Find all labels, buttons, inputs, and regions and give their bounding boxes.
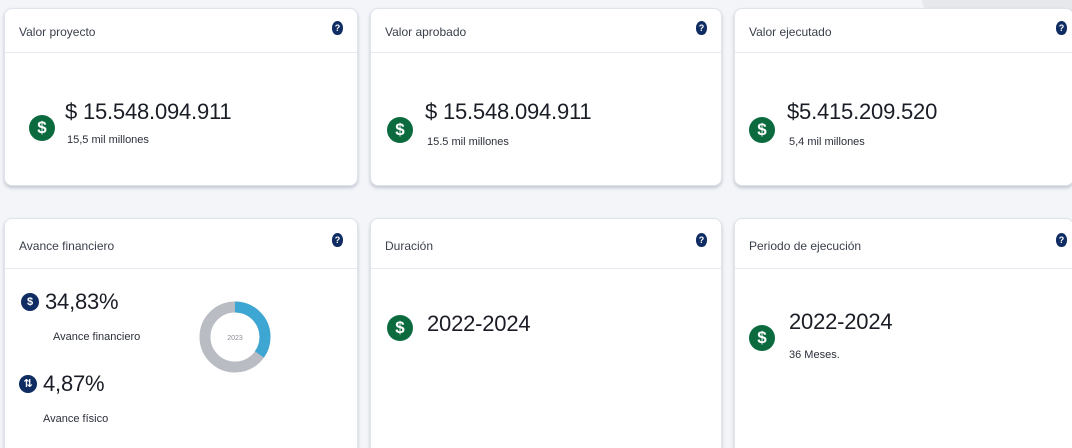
card-valor-aprobado: Valor aprobado ? $ $ 15.548.094.911 15.5…: [370, 8, 722, 186]
card-title: Valor ejecutado: [749, 25, 832, 39]
info-icon[interactable]: ?: [696, 233, 707, 247]
card-header: Valor proyecto ?: [5, 9, 357, 53]
dollar-icon: $: [749, 117, 775, 143]
info-icon[interactable]: ?: [1056, 21, 1067, 35]
card-header: Duración ?: [371, 219, 721, 269]
card-header: Valor ejecutado ?: [735, 9, 1072, 53]
card-header: Avance financiero ?: [5, 219, 357, 269]
executed-value-short: 5,4 mil millones: [789, 136, 865, 148]
financial-progress-icon: $: [21, 293, 39, 311]
execution-period-value: 2022-2024: [789, 309, 893, 334]
physical-progress-value: 4,87%: [43, 371, 105, 396]
card-title: Duración: [385, 239, 434, 253]
physical-progress-icon: ⇅: [19, 375, 37, 393]
card-periodo-ejecucion: Periodo de ejecución ? $ 2022-2024 36 Me…: [734, 218, 1072, 448]
dollar-icon: $: [387, 117, 413, 143]
project-value: $ 15.548.094.911: [65, 99, 232, 124]
executed-value: $5.415.209.520: [787, 99, 938, 124]
donut-center-label: 2023: [227, 335, 243, 342]
card-valor-proyecto: Valor proyecto ? $ $ 15.548.094.911 15,5…: [4, 8, 358, 186]
card-header: Valor aprobado ?: [371, 9, 721, 53]
financial-progress-value: 34,83%: [45, 289, 119, 314]
card-title: Valor proyecto: [19, 25, 96, 39]
approved-value: $ 15.548.094.911: [425, 99, 592, 124]
card-valor-ejecutado: Valor ejecutado ? $ $5.415.209.520 5,4 m…: [734, 8, 1072, 186]
progress-donut-chart: 2023: [199, 301, 271, 373]
duration-value: 2022-2024: [427, 311, 531, 336]
card-title: Valor aprobado: [385, 25, 467, 39]
project-value-short: 15,5 mil millones: [67, 134, 149, 146]
dollar-icon: $: [387, 315, 413, 341]
card-duracion: Duración ? $ 2022-2024: [370, 218, 722, 448]
card-avance-financiero: Avance financiero ? $ 34,83% Avance fina…: [4, 218, 358, 448]
info-icon[interactable]: ?: [696, 21, 707, 35]
dollar-icon: $: [29, 115, 55, 141]
financial-progress-label: Avance financiero: [53, 331, 141, 343]
execution-period-duration: 36 Meses.: [789, 349, 840, 361]
card-header: Periodo de ejecución ?: [735, 219, 1072, 269]
info-icon[interactable]: ?: [332, 233, 343, 247]
card-title: Avance financiero: [19, 239, 115, 253]
info-icon[interactable]: ?: [1056, 233, 1067, 247]
info-icon[interactable]: ?: [332, 21, 343, 35]
approved-value-short: 15.5 mil millones: [427, 136, 509, 148]
card-title: Periodo de ejecución: [749, 239, 862, 253]
dollar-icon: $: [749, 325, 775, 351]
physical-progress-label: Avance físico: [43, 413, 109, 425]
